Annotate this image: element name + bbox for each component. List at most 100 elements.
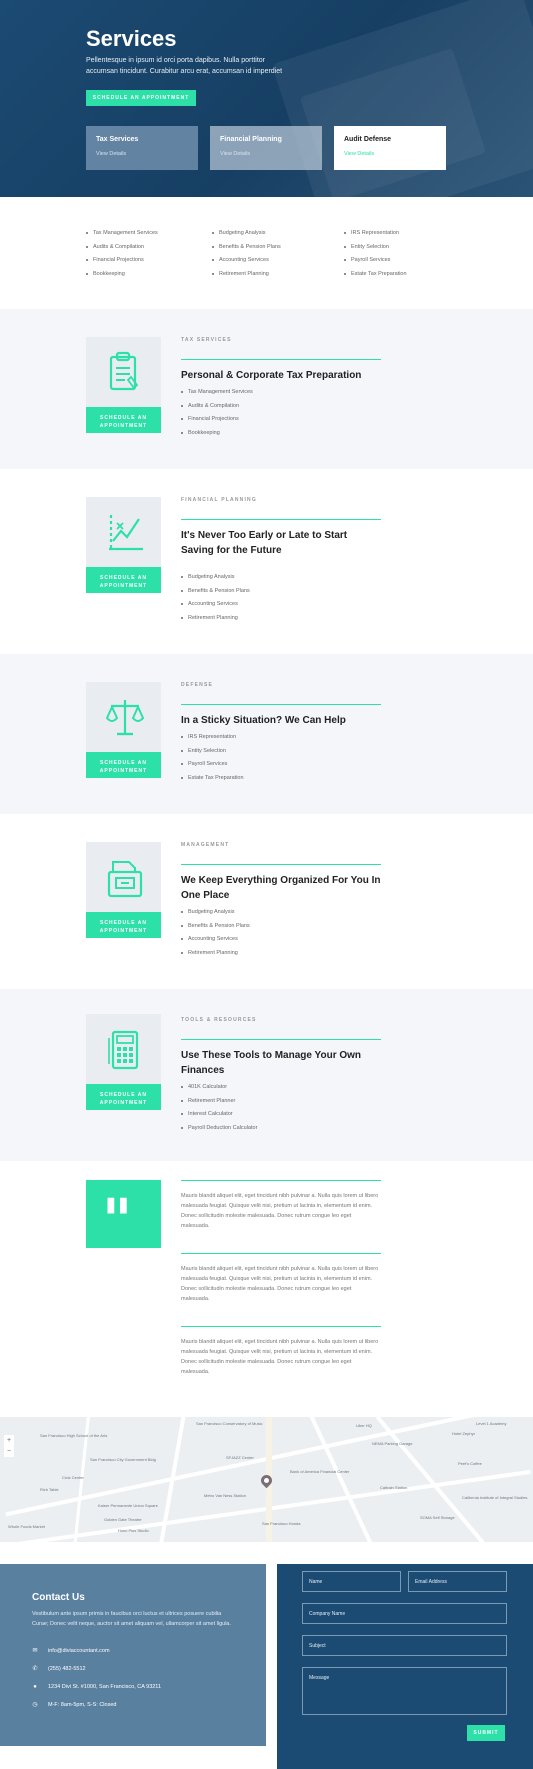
- list-item: Tax Management Services: [86, 227, 158, 241]
- section-title: Personal & Corporate Tax Preparation: [181, 370, 362, 381]
- divider: [181, 1326, 381, 1327]
- section-title: Use These Tools to Manage Your Own Finan…: [181, 1050, 362, 1076]
- map-label: Bank of America Financial Center: [290, 1469, 350, 1474]
- management-section: SCHEDULE AN APPOINTMENT MANAGEMENT We Ke…: [0, 814, 533, 989]
- map-label: Peet's Coffee: [458, 1461, 482, 1466]
- list-item: 401K Calculator: [181, 1081, 381, 1095]
- list-item: Payroll Services: [181, 758, 381, 772]
- map-label: Level 1 Academy: [476, 1421, 507, 1426]
- section-list: Budgeting Analysis Benefits & Pension Pl…: [181, 906, 381, 960]
- section-body: MANAGEMENT We Keep Everything Organized …: [181, 842, 381, 960]
- list-item: Interest Calculator: [181, 1108, 381, 1122]
- contact-address: ● 1234 Divi St. #1000, San Francisco, CA …: [32, 1683, 161, 1691]
- schedule-appointment-button[interactable]: SCHEDULE AN APPOINTMENT: [86, 567, 161, 593]
- section-title: We Keep Everything Organized For You In …: [181, 875, 381, 901]
- map-label: Rich Table: [40, 1487, 59, 1492]
- map-label: Civic Center: [62, 1475, 84, 1480]
- financial-planning-card[interactable]: Financial Planning View Details: [210, 126, 322, 170]
- schedule-appointment-button[interactable]: SCHEDULE AN APPOINTMENT: [86, 90, 196, 106]
- divider: [181, 359, 381, 360]
- tax-services-card[interactable]: Tax Services View Details: [86, 126, 198, 170]
- section-title: In a Sticky Situation? We Can Help: [181, 715, 346, 726]
- list-item: Audits & Compilation: [181, 400, 381, 414]
- subject-field[interactable]: Subject: [302, 1635, 507, 1656]
- list-item: Accounting Services: [181, 933, 381, 947]
- list-item: Retirement Planning: [212, 268, 281, 282]
- defense-section: SCHEDULE AN APPOINTMENT DEFENSE In a Sti…: [0, 654, 533, 814]
- contact-info-panel: Contact Us Vestibulum ante ipsum primis …: [0, 1564, 266, 1746]
- view-details-link[interactable]: View Details: [220, 151, 312, 157]
- list-item: Accounting Services: [181, 598, 381, 612]
- quote-icon-box: ": [86, 1180, 161, 1254]
- list-item: Tax Management Services: [181, 386, 381, 400]
- contact-email[interactable]: ✉ info@diviaccountant.com: [32, 1647, 109, 1655]
- map-label: Metro Van Ness Station: [204, 1493, 246, 1498]
- name-field[interactable]: Name: [302, 1571, 401, 1592]
- map-label: Whole Foods Market: [8, 1524, 45, 1529]
- section-title: It's Never Too Early or Late to Start Sa…: [181, 530, 348, 556]
- clipboard-icon: [86, 337, 161, 407]
- list-item: Payroll Services: [344, 254, 407, 268]
- hero-section: Services Pellentesque in ipsum id orci p…: [0, 0, 533, 197]
- zoom-out-button[interactable]: −: [4, 1446, 14, 1457]
- section-list: Tax Management Services Audits & Compila…: [181, 386, 381, 440]
- scales-icon: [86, 682, 161, 752]
- tax-services-section: SCHEDULE AN APPOINTMENT TAX SERVICES Per…: [0, 309, 533, 469]
- map[interactable]: + − San Francisco Conservatory of Music …: [0, 1417, 533, 1542]
- message-field[interactable]: Message: [302, 1667, 507, 1715]
- schedule-appointment-button[interactable]: SCHEDULE AN APPOINTMENT: [86, 407, 161, 433]
- service-list-column: IRS Representation Entity Selection Payr…: [344, 227, 407, 281]
- section-list: IRS Representation Entity Selection Payr…: [181, 731, 381, 785]
- list-item: Retirement Planner: [181, 1095, 381, 1109]
- map-label: San Francisco Conservatory of Music: [196, 1421, 263, 1426]
- list-item: Audits & Compilation: [86, 241, 158, 255]
- section-kicker: DEFENSE: [181, 682, 214, 688]
- address-text: 1234 Divi St. #1000, San Francisco, CA 9…: [48, 1684, 162, 1690]
- map-label: Hotel Zephyr: [452, 1431, 475, 1436]
- section-body: TAX SERVICES Personal & Corporate Tax Pr…: [181, 337, 381, 440]
- company-field[interactable]: Company Name: [302, 1603, 507, 1624]
- schedule-appointment-button[interactable]: SCHEDULE AN APPOINTMENT: [86, 752, 161, 778]
- list-item: IRS Representation: [344, 227, 407, 241]
- quote-icon: ": [102, 1186, 133, 1254]
- section-kicker: TOOLS & RESOURCES: [181, 1017, 257, 1023]
- section-kicker: TAX SERVICES: [181, 337, 232, 343]
- divider: [181, 704, 381, 705]
- envelope-icon: ✉: [32, 1647, 38, 1654]
- clock-icon: ◷: [32, 1701, 38, 1708]
- testimonial: Mauris blandit aliquet elit, eget tincid…: [181, 1253, 381, 1304]
- map-label: San Francisco High School of the Arts: [40, 1433, 108, 1438]
- card-title: Financial Planning: [220, 136, 282, 143]
- map-zoom-control[interactable]: + −: [4, 1435, 14, 1457]
- list-item: Bookkeeping: [181, 427, 381, 441]
- view-details-link[interactable]: View Details: [344, 151, 436, 157]
- service-icon-box: SCHEDULE AN APPOINTMENT: [86, 842, 161, 938]
- contact-description: Vestibulum ante ipsum primis in faucibus…: [32, 1611, 232, 1627]
- schedule-appointment-button[interactable]: SCHEDULE AN APPOINTMENT: [86, 1084, 161, 1110]
- service-list-section: Tax Management Services Audits & Compila…: [0, 197, 533, 309]
- submit-button[interactable]: SUBMIT: [467, 1725, 505, 1741]
- list-item: Retirement Planning: [181, 612, 381, 626]
- zoom-in-button[interactable]: +: [4, 1435, 14, 1446]
- map-label: San Francisco City Government Bldg: [90, 1457, 156, 1462]
- list-item: Payroll Deduction Calculator: [181, 1122, 381, 1136]
- map-label: Kaiser Permanente Union Square: [98, 1503, 158, 1508]
- tools-section: SCHEDULE AN APPOINTMENT TOOLS & RESOURCE…: [0, 989, 533, 1161]
- contact-phone[interactable]: ✆ (255) 482-5512: [32, 1665, 85, 1673]
- email-field[interactable]: Email Address: [408, 1571, 507, 1592]
- map-label: SOMA Self Storage: [420, 1515, 455, 1520]
- page-title: Services: [86, 26, 177, 51]
- card-title: Tax Services: [96, 136, 139, 143]
- hero-lead-text: Pellentesque in ipsum id orci porta dapi…: [86, 57, 283, 75]
- phone-icon: ✆: [32, 1665, 38, 1672]
- list-item: Entity Selection: [344, 241, 407, 255]
- divider: [181, 1039, 381, 1040]
- service-icon-box: SCHEDULE AN APPOINTMENT: [86, 1014, 161, 1110]
- location-pin-icon: ●: [33, 1683, 37, 1690]
- list-item: Budgeting Analysis: [212, 227, 281, 241]
- divider: [181, 519, 381, 520]
- schedule-appointment-button[interactable]: SCHEDULE AN APPOINTMENT: [86, 912, 161, 938]
- audit-defense-card[interactable]: Audit Defense View Details: [334, 126, 446, 170]
- view-details-link[interactable]: View Details: [96, 151, 188, 157]
- testimonial: Mauris blandit aliquet elit, eget tincid…: [181, 1180, 381, 1231]
